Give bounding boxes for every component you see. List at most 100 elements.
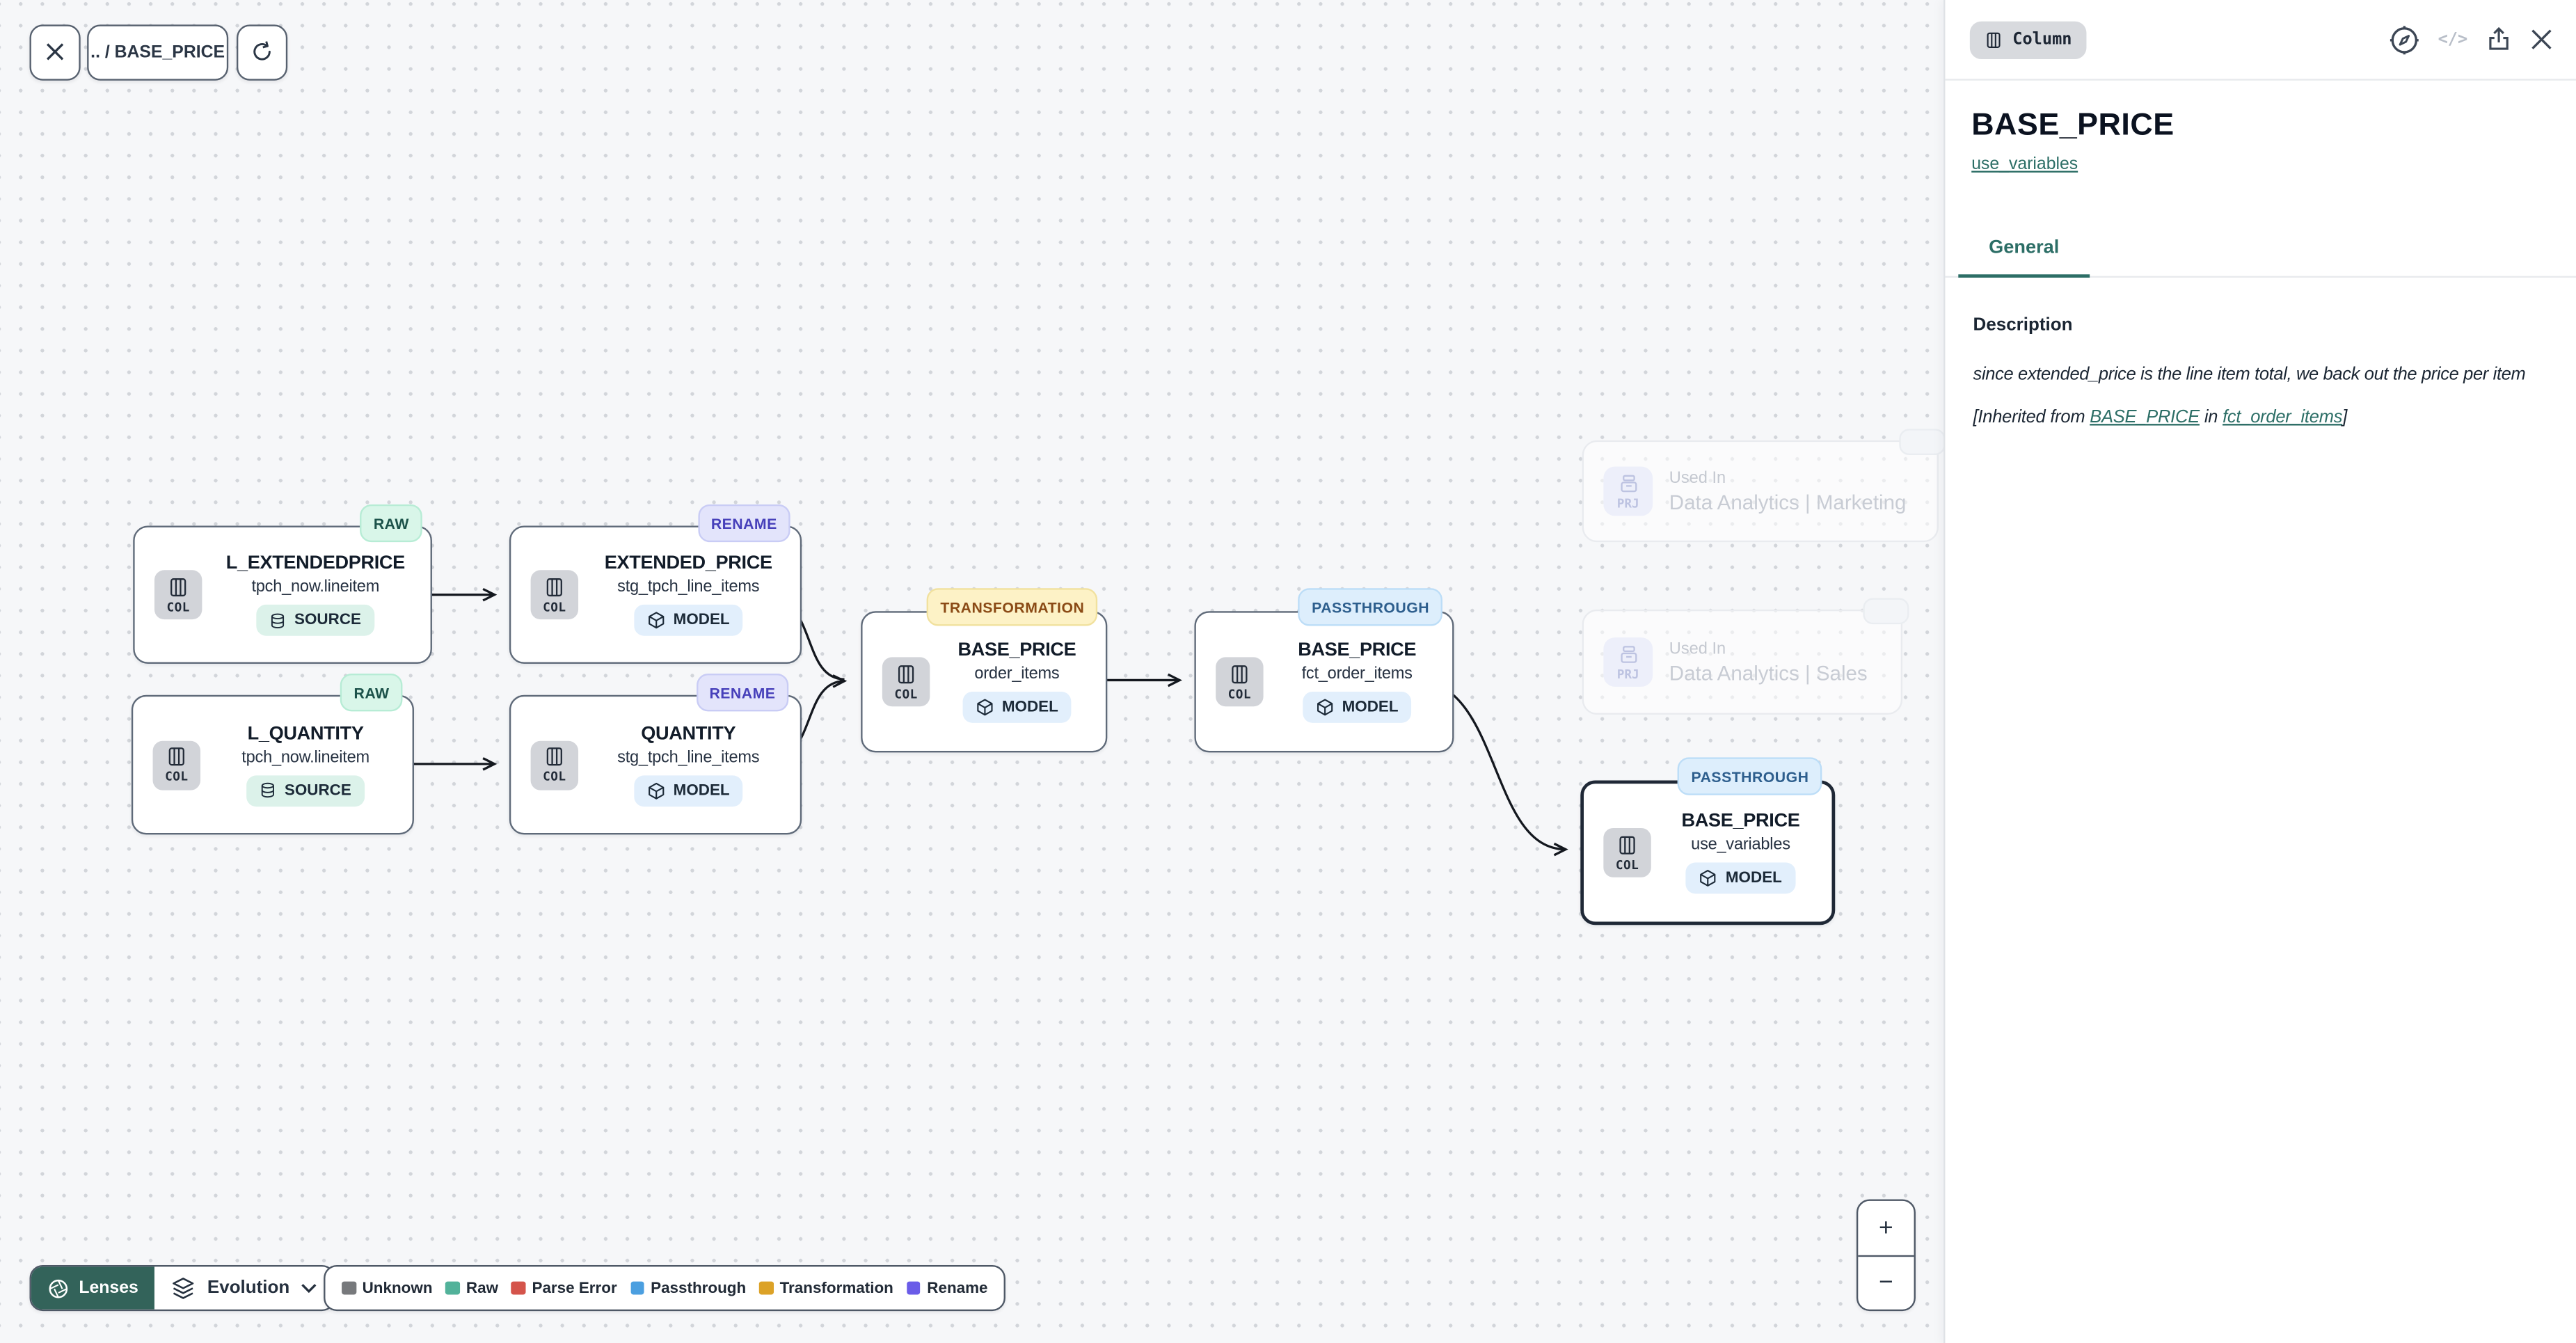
node-base-price-use-variables[interactable]: PASSTHROUGH COL BASE_PRICE use_variables… — [1580, 780, 1835, 925]
kind-pill-label: SOURCE — [294, 611, 361, 629]
inherited-column-link[interactable]: BASE_PRICE — [2090, 408, 2200, 427]
explore-compass-icon[interactable] — [2389, 24, 2420, 55]
inherited-suffix: ] — [2342, 408, 2347, 427]
used-in-label: Used In — [1669, 640, 1868, 658]
columns-icon — [166, 746, 187, 768]
kind-pill-model: MODEL — [634, 774, 743, 806]
kind-pill-model: MODEL — [962, 692, 1072, 723]
node-extended-price[interactable]: RENAME COL EXTENDED_PRICE stg_tpch_line_… — [509, 526, 802, 664]
used-in-label: Used In — [1669, 469, 1907, 487]
col-chip-label: COL — [543, 769, 566, 784]
columns-icon — [1985, 31, 2003, 49]
panel-tabbar: General — [1945, 232, 2576, 278]
prj-chip-label: PRJ — [1617, 666, 1639, 681]
cube-icon — [1316, 698, 1334, 716]
kind-pill-label: SOURCE — [285, 781, 351, 800]
cube-icon — [647, 611, 665, 629]
details-panel: Column </> BASE_PRICE use_variables Gene… — [1943, 0, 2576, 1343]
columns-icon — [1616, 834, 1638, 855]
node-base-price-fct-order-items[interactable]: PASSTHROUGH COL BASE_PRICE fct_order_ite… — [1194, 611, 1454, 752]
close-graph-button[interactable] — [29, 24, 80, 80]
node-subtitle: tpch_now.lineitem — [251, 578, 379, 596]
node-l-quantity[interactable]: RAW COL L_QUANTITY tpch_now.lineitem SOU… — [132, 695, 414, 835]
column-type-chip: COL — [154, 570, 202, 619]
column-type-chip: COL — [1603, 828, 1651, 877]
lenses-button[interactable]: Lenses — [31, 1266, 155, 1309]
column-type-chip: COL — [153, 740, 200, 790]
cube-icon — [1699, 869, 1717, 887]
node-title: BASE_PRICE — [957, 641, 1076, 660]
project-chip: PRJ — [1603, 637, 1653, 687]
node-subtitle: stg_tpch_line_items — [617, 578, 759, 596]
legend-item: Parse Error — [511, 1279, 617, 1297]
legend-item: Transformation — [759, 1279, 893, 1297]
legend-label: Transformation — [780, 1279, 893, 1297]
zoom-out-button[interactable]: − — [1858, 1256, 1914, 1310]
lineage-app: .. / BASE_PRICE RAW COL L_EXTENDEDPRICE … — [0, 0, 2576, 1343]
refresh-icon — [249, 40, 273, 64]
database-icon — [260, 782, 276, 799]
description-body: since extended_price is the line item to… — [1973, 361, 2542, 390]
description-section: Description since extended_price is the … — [1945, 278, 2576, 427]
legend-swatch — [445, 1281, 459, 1295]
node-subtitle: tpch_now.lineitem — [241, 748, 369, 766]
legend-item: Passthrough — [630, 1279, 747, 1297]
col-chip-label: COL — [165, 769, 188, 784]
breadcrumb-label: .. / BASE_PRICE — [90, 42, 225, 62]
kind-pill-label: MODEL — [674, 611, 730, 629]
kind-pill-label: MODEL — [1002, 698, 1058, 716]
col-chip-label: COL — [166, 599, 189, 614]
panel-header: Column </> — [1945, 0, 2576, 81]
node-l-extendedprice[interactable]: RAW COL L_EXTENDEDPRICE tpch_now.lineite… — [133, 526, 432, 664]
lens-legend: Unknown Raw Parse Error Passthrough Tran… — [324, 1265, 1005, 1311]
node-base-price-order-items[interactable]: TRANSFORMATION COL BASE_PRICE order_item… — [861, 611, 1107, 752]
kind-pill-model: MODEL — [1686, 863, 1795, 894]
node-title: BASE_PRICE — [1681, 811, 1799, 831]
zoom-in-button[interactable]: + — [1858, 1201, 1914, 1256]
legend-label: Raw — [466, 1279, 498, 1297]
lens-selector[interactable]: Evolution — [154, 1266, 334, 1309]
node-quantity[interactable]: RENAME COL QUANTITY stg_tpch_line_items … — [509, 695, 802, 835]
used-in-node-marketing[interactable]: PRJ Used In Data Analytics | Marketing — [1582, 440, 1939, 542]
legend-item: Rename — [907, 1279, 988, 1297]
used-in-node-sales[interactable]: PRJ Used In Data Analytics | Sales — [1582, 610, 1902, 715]
share-icon[interactable] — [2486, 26, 2512, 53]
col-chip-label: COL — [1228, 686, 1251, 701]
code-icon[interactable]: </> — [2438, 31, 2468, 49]
lens-badge: PASSTHROUGH — [1678, 757, 1822, 795]
project-icon — [1617, 472, 1639, 494]
legend-swatch — [630, 1281, 644, 1295]
aperture-icon — [47, 1278, 69, 1299]
entity-type-label: Column — [2012, 31, 2072, 49]
inherited-middle: in — [2200, 408, 2223, 427]
node-subtitle: order_items — [974, 665, 1059, 683]
columns-icon — [543, 746, 565, 768]
columns-icon — [896, 663, 917, 685]
lens-badge: PASSTHROUGH — [1298, 588, 1442, 626]
lens-badge: RAW — [341, 674, 403, 711]
columns-icon — [1229, 663, 1250, 685]
lenses-control-group: Lenses Evolution — [29, 1265, 335, 1311]
close-panel-icon[interactable] — [2530, 28, 2553, 51]
prj-chip-label: PRJ — [1617, 495, 1639, 510]
used-in-name: Data Analytics | Marketing — [1669, 491, 1907, 514]
node-title: QUANTITY — [641, 724, 736, 743]
lens-selected-label: Evolution — [207, 1278, 289, 1298]
chevron-down-icon — [301, 1283, 318, 1293]
node-subtitle: fct_order_items — [1302, 665, 1413, 683]
kind-pill-label: MODEL — [674, 781, 730, 800]
model-link[interactable]: use_variables — [1971, 154, 2078, 174]
kind-pill-model: MODEL — [1303, 692, 1412, 723]
kind-pill-label: MODEL — [1726, 869, 1782, 887]
refresh-button[interactable] — [237, 24, 287, 80]
tab-general[interactable]: General — [1958, 238, 2090, 278]
legend-swatch — [907, 1281, 921, 1295]
kind-pill-model: MODEL — [634, 605, 743, 636]
legend-label: Rename — [927, 1279, 987, 1297]
inherited-model-link[interactable]: fct_order_items — [2223, 408, 2342, 427]
col-chip-label: COL — [1616, 857, 1639, 871]
breadcrumb[interactable]: .. / BASE_PRICE — [87, 24, 228, 80]
lenses-button-label: Lenses — [79, 1278, 138, 1298]
faded-lens-badge — [1863, 598, 1909, 624]
kind-pill-source: SOURCE — [257, 605, 374, 636]
